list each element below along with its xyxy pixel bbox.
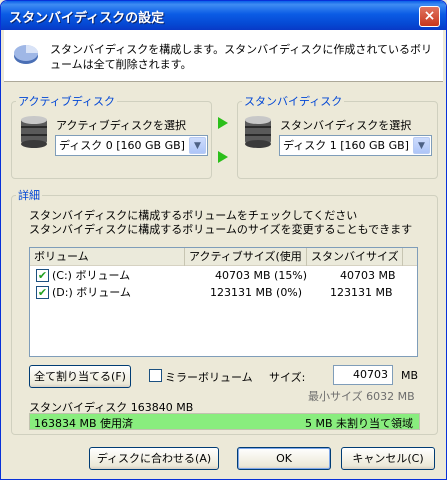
chevron-down-icon[interactable]: ▼ <box>189 137 206 154</box>
pie-chart-icon <box>14 45 38 64</box>
min-size-text: 最小サイズ 6032 MB <box>308 390 415 403</box>
arrow-right-icon <box>218 117 228 129</box>
chevron-down-icon[interactable]: ▼ <box>413 137 430 154</box>
size-label: サイズ: <box>269 371 306 384</box>
bar-free-text: 5 MB 未割り当て領域 <box>304 417 413 430</box>
mirror-volume-label: ミラーボリューム <box>165 371 253 384</box>
volume-checkbox[interactable]: ✔ <box>36 269 49 282</box>
dialog-window: スタンバイディスクの設定 × スタンバイディスクを構成します。スタンバイディスク… <box>0 0 447 480</box>
standby-disk-select[interactable]: ディスク 1 [160 GB GB] ▼ <box>279 135 432 156</box>
header-panel: スタンバイディスクを構成します。スタンバイディスクに作成されているボリュームは全… <box>4 30 443 82</box>
ok-button[interactable]: OK <box>237 447 331 470</box>
table-row[interactable]: ✔ (C:) ボリューム 40703 MB (15%) 40703 MB <box>30 267 417 284</box>
active-disk-select[interactable]: ディスク 0 [160 GB GB] ( ▼ <box>55 135 208 156</box>
details-instruction-2: スタンバイディスクに構成するボリュームのサイズを変更することもできます <box>29 223 413 236</box>
bar-used-text: 163834 MB 使用済 <box>34 417 134 430</box>
volume-list-header: ボリューム アクティブサイズ(使用 スタンバイサイズ <box>30 248 417 266</box>
fit-to-disk-button[interactable]: ディスクに合わせる(A) <box>89 447 219 470</box>
disk-icon <box>245 116 271 148</box>
column-standby-size[interactable]: スタンバイサイズ <box>307 248 403 266</box>
header-description: スタンバイディスクを構成します。スタンバイディスクに作成されているボリュームは全… <box>50 43 433 71</box>
volume-name: (C:) ボリューム <box>52 269 131 282</box>
active-disk-select-label: アクティブディスクを選択 <box>56 119 187 132</box>
standby-size-value: 40703 MB <box>340 269 396 282</box>
volume-checkbox[interactable]: ✔ <box>36 286 49 299</box>
active-size-value: 40703 MB (15%) <box>215 269 308 282</box>
column-active-size[interactable]: アクティブサイズ(使用 <box>185 248 307 266</box>
window-title: スタンバイディスクの設定 <box>9 11 165 26</box>
column-volume[interactable]: ボリューム <box>30 248 185 266</box>
active-size-value: 123131 MB (0%) <box>210 286 303 299</box>
active-disk-selected-value: ディスク 0 [160 GB GB] ( <box>59 139 193 152</box>
size-unit: MB <box>401 369 419 382</box>
details-group-title: 詳細 <box>18 189 40 202</box>
close-button[interactable]: × <box>419 6 440 27</box>
disk-usage-bar: 163834 MB 使用済 5 MB 未割り当て領域 <box>29 413 420 430</box>
standby-size-value: 123131 MB <box>330 286 393 299</box>
table-row[interactable]: ✔ (D:) ボリューム 123131 MB (0%) 123131 MB <box>30 284 417 301</box>
standby-disk-selected-value: ディスク 1 [160 GB GB] <box>283 139 409 152</box>
volume-list[interactable]: ボリューム アクティブサイズ(使用 スタンバイサイズ ✔ (C:) ボリューム … <box>29 247 418 357</box>
assign-all-button[interactable]: 全て割り当てる(F) <box>29 365 131 388</box>
arrow-right-icon <box>218 151 228 163</box>
active-disk-group-title: アクティブディスク <box>18 95 116 108</box>
cancel-button[interactable]: キャンセル(C) <box>341 447 435 470</box>
mirror-volume-checkbox[interactable] <box>149 369 162 382</box>
standby-disk-select-label: スタンバイディスクを選択 <box>280 119 412 132</box>
size-input[interactable]: 40703 <box>333 365 393 385</box>
disk-icon <box>21 116 47 148</box>
standby-disk-group-title: スタンバイディスク <box>244 95 343 108</box>
volume-name: (D:) ボリューム <box>52 286 131 299</box>
title-bar[interactable]: スタンバイディスクの設定 × <box>1 1 446 30</box>
